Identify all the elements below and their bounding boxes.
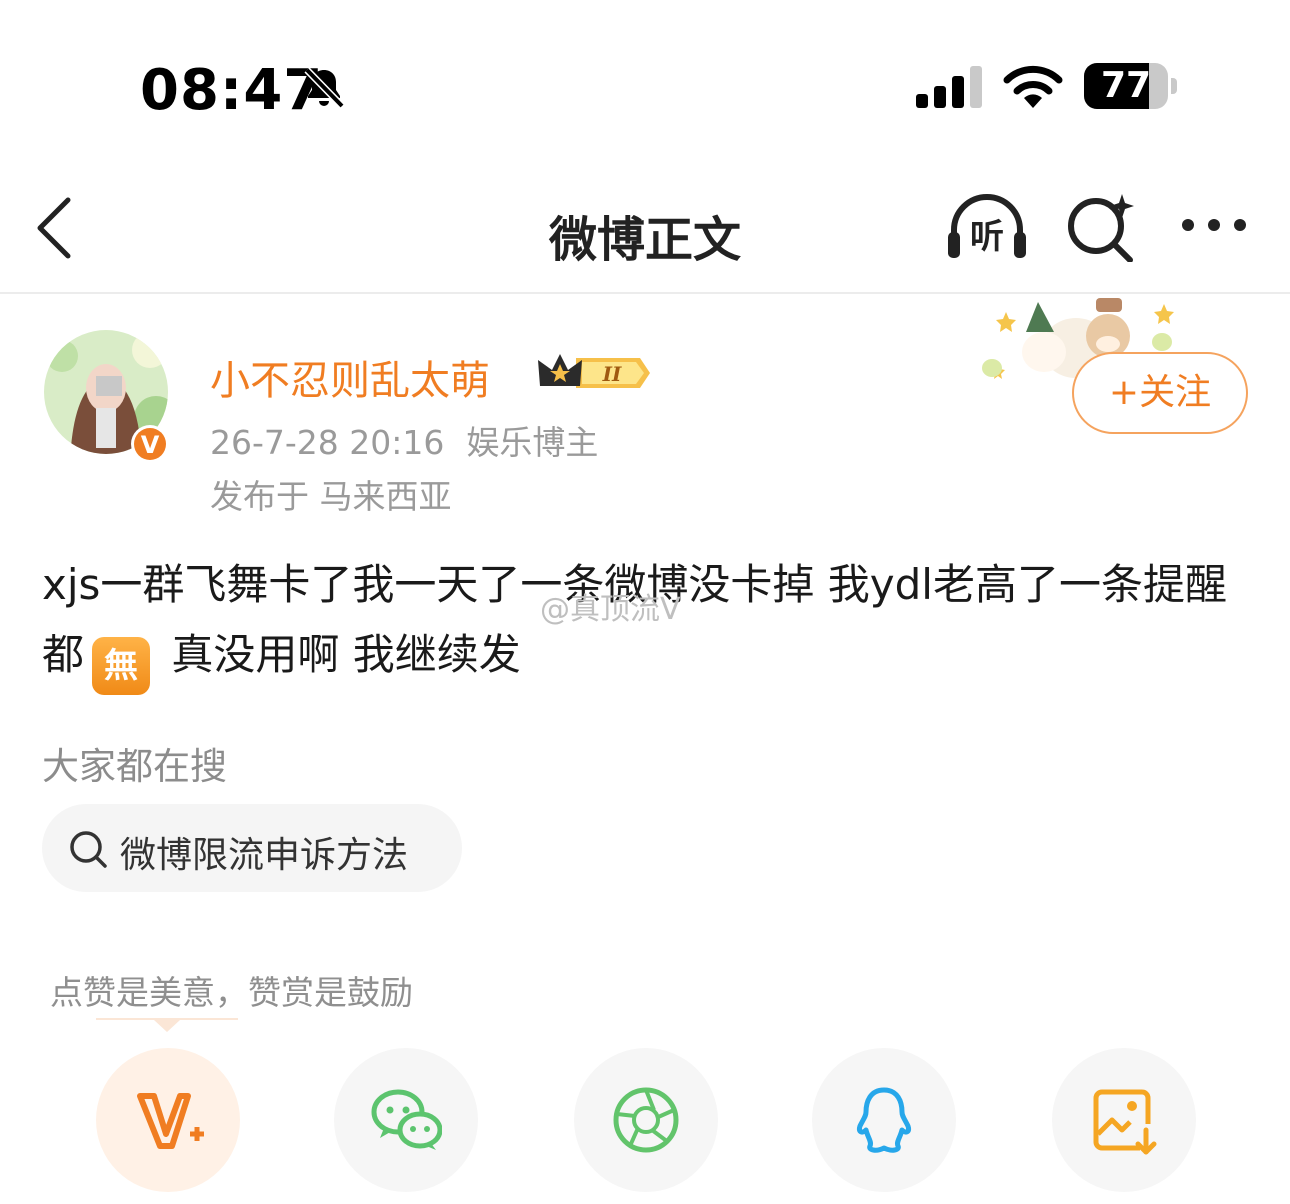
search-icon xyxy=(70,831,107,868)
tip-pointer xyxy=(96,1018,238,1032)
watermark: @真顶流V xyxy=(540,592,681,627)
hot-search-item: 微博限流申诉方法 xyxy=(120,835,409,876)
user-name[interactable]: 小不忍则乱太萌 xyxy=(210,348,490,406)
status-time: 08:47 xyxy=(140,58,324,123)
bell-muted-icon xyxy=(304,67,345,109)
save-image-icon xyxy=(1093,1089,1157,1155)
user-tag: 娱乐博主 xyxy=(466,423,599,462)
v-plus-icon xyxy=(137,1093,204,1149)
vip-badge-icon[interactable]: II xyxy=(536,350,652,396)
hot-search-title: 大家都在搜 xyxy=(42,745,227,788)
listen-label: 听 xyxy=(970,217,1004,257)
status-bar: 08:47 77 xyxy=(0,0,1290,170)
save-image-button[interactable] xyxy=(1052,1048,1196,1192)
nav-bar: 微博正文 听 xyxy=(0,170,1290,294)
signal-icon xyxy=(916,66,982,108)
post-meta: 26-7-28 20:16 娱乐博主 xyxy=(210,416,598,464)
post-location: 发布于 马来西亚 xyxy=(210,477,452,516)
follow-button[interactable]: +关注 xyxy=(1072,352,1248,434)
post-date: 26-7-28 20:16 xyxy=(210,423,445,462)
qq-icon xyxy=(857,1087,911,1153)
share-qq-button[interactable] xyxy=(812,1048,956,1192)
share-moments-button[interactable] xyxy=(574,1048,718,1192)
post-text-part2: 真没用啊 我继续发 xyxy=(158,630,521,679)
v-plus-button[interactable] xyxy=(96,1048,240,1192)
vip-level: II xyxy=(602,362,622,386)
hot-search-chip[interactable]: 微博限流申诉方法 xyxy=(42,804,462,892)
wechat-icon xyxy=(371,1089,442,1150)
battery-icon: 77 xyxy=(1084,63,1168,109)
avatar[interactable]: V xyxy=(42,326,170,466)
battery-indicator: 77 xyxy=(1084,63,1178,109)
share-wechat-button[interactable] xyxy=(334,1048,478,1192)
search-ai-icon[interactable] xyxy=(1066,192,1136,262)
reward-tip: 点赞是美意，赞赏是鼓励 xyxy=(50,973,413,1012)
moments-icon xyxy=(613,1087,679,1153)
battery-cap xyxy=(1171,78,1177,94)
listen-icon[interactable]: 听 xyxy=(944,192,1030,262)
more-icon[interactable] xyxy=(1180,210,1248,240)
wifi-icon xyxy=(1003,65,1063,108)
none-emoji-icon: 無 xyxy=(92,637,151,695)
svg-text:V: V xyxy=(141,431,160,459)
battery-percent: 77 xyxy=(1100,65,1152,106)
